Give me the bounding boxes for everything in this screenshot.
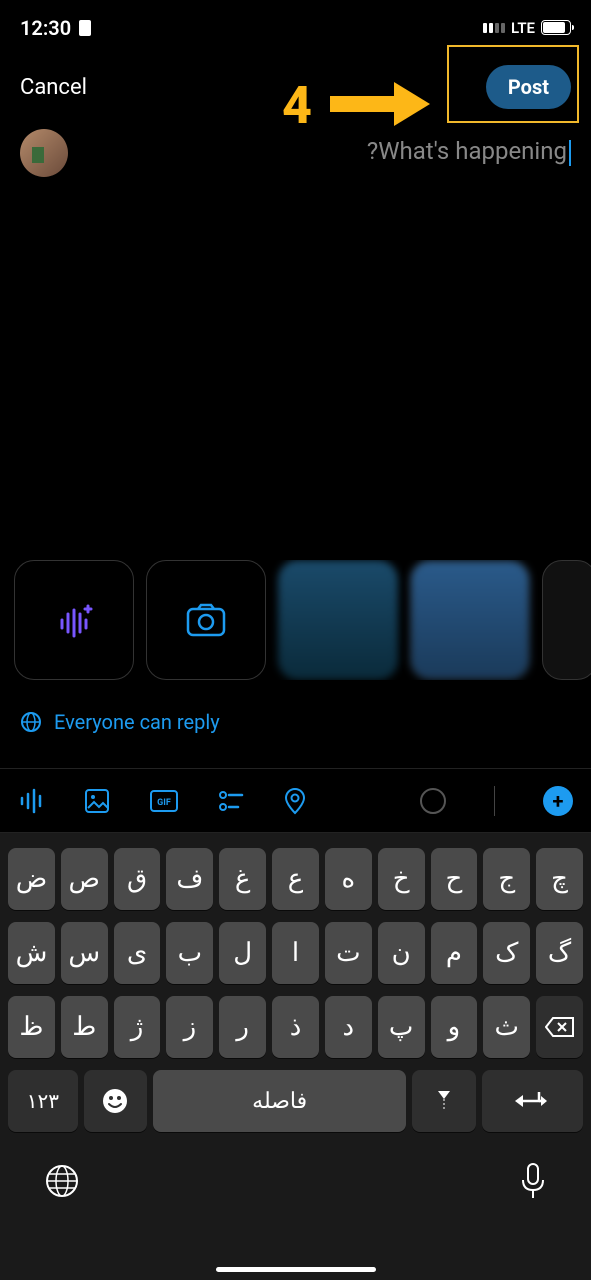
key[interactable]: ژ bbox=[114, 996, 161, 1058]
emoji-key[interactable] bbox=[84, 1070, 147, 1132]
key[interactable]: ی bbox=[114, 922, 161, 984]
backspace-icon bbox=[545, 1016, 575, 1038]
key[interactable]: و bbox=[431, 996, 478, 1058]
spaces-icon bbox=[52, 598, 96, 642]
character-count-icon bbox=[420, 788, 446, 814]
key[interactable]: چ bbox=[536, 848, 583, 910]
annotation-highlight bbox=[447, 45, 579, 123]
cancel-button[interactable]: Cancel bbox=[20, 75, 87, 100]
space-key[interactable]: فاصله bbox=[153, 1070, 406, 1132]
key[interactable]: غ bbox=[219, 848, 266, 910]
key[interactable]: ا bbox=[272, 922, 319, 984]
media-row bbox=[0, 560, 591, 680]
gallery-thumbnail-3[interactable] bbox=[542, 560, 591, 680]
key[interactable]: ج bbox=[483, 848, 530, 910]
avatar[interactable] bbox=[20, 129, 68, 177]
key[interactable]: ض bbox=[8, 848, 55, 910]
key[interactable]: ث bbox=[483, 996, 530, 1058]
status-bar: 12:30 LTE bbox=[0, 0, 591, 50]
key[interactable]: ذ bbox=[272, 996, 319, 1058]
key[interactable]: ت bbox=[325, 922, 372, 984]
add-thread-button[interactable]: + bbox=[543, 786, 573, 816]
key[interactable]: پ bbox=[378, 996, 425, 1058]
sim-icon bbox=[79, 20, 91, 36]
key[interactable]: ه bbox=[325, 848, 372, 910]
globe-icon bbox=[20, 711, 42, 733]
compose-placeholder: ?What's happening bbox=[367, 137, 567, 165]
home-indicator[interactable] bbox=[216, 1267, 376, 1272]
globe-keyboard-icon[interactable] bbox=[44, 1163, 80, 1199]
key[interactable]: ل bbox=[219, 922, 266, 984]
key[interactable]: ظ bbox=[8, 996, 55, 1058]
key[interactable]: ش bbox=[8, 922, 55, 984]
keyboard-bottom-row bbox=[4, 1144, 587, 1210]
cursor-down-icon bbox=[434, 1087, 454, 1115]
poll-icon[interactable] bbox=[218, 788, 244, 814]
location-icon[interactable] bbox=[284, 787, 306, 815]
key[interactable]: گ bbox=[536, 922, 583, 984]
battery-icon bbox=[541, 20, 571, 35]
spaces-button[interactable] bbox=[14, 560, 134, 680]
keyboard-row-2: ش س ی ب ل ا ت ن م ک گ bbox=[4, 922, 587, 996]
compose-toolbar: GIF + bbox=[0, 768, 591, 833]
key[interactable]: ع bbox=[272, 848, 319, 910]
key[interactable]: ط bbox=[61, 996, 108, 1058]
key[interactable]: ص bbox=[61, 848, 108, 910]
return-key[interactable] bbox=[482, 1070, 583, 1132]
status-left: 12:30 bbox=[20, 16, 91, 40]
reply-settings-button[interactable]: Everyone can reply bbox=[20, 710, 220, 734]
gallery-thumbnail-1[interactable] bbox=[278, 560, 398, 680]
mic-icon[interactable] bbox=[519, 1162, 547, 1200]
backspace-key[interactable] bbox=[536, 996, 583, 1058]
key[interactable]: ر bbox=[219, 996, 266, 1058]
key[interactable]: خ bbox=[378, 848, 425, 910]
camera-icon bbox=[186, 603, 226, 637]
toolbar-divider bbox=[494, 786, 495, 816]
compose-area: ?What's happening bbox=[0, 129, 591, 177]
key[interactable]: ح bbox=[431, 848, 478, 910]
gif-icon[interactable]: GIF bbox=[150, 790, 178, 812]
voice-icon[interactable] bbox=[18, 788, 44, 814]
key[interactable]: ف bbox=[166, 848, 213, 910]
gallery-thumbnail-2[interactable] bbox=[410, 560, 530, 680]
keyboard-row-4: ۱۲۳ فاصله bbox=[4, 1070, 587, 1144]
numbers-key[interactable]: ۱۲۳ bbox=[8, 1070, 78, 1132]
return-icon bbox=[515, 1088, 549, 1114]
keyboard: ض ص ق ف غ ع ه خ ح ج چ ش س ی ب ل ا ت ن م … bbox=[0, 833, 591, 1280]
compose-input[interactable]: ?What's happening bbox=[82, 129, 571, 166]
status-right: LTE bbox=[483, 19, 571, 37]
signal-icon bbox=[483, 23, 505, 33]
key[interactable]: ق bbox=[114, 848, 161, 910]
svg-text:GIF: GIF bbox=[157, 798, 171, 808]
cursor-key[interactable] bbox=[412, 1070, 475, 1132]
annotation-step-number: 4 bbox=[282, 75, 312, 136]
text-cursor bbox=[569, 140, 571, 166]
key[interactable]: س bbox=[61, 922, 108, 984]
keyboard-row-3: ظ ط ژ ز ر ذ د پ و ث bbox=[4, 996, 587, 1070]
camera-button[interactable] bbox=[146, 560, 266, 680]
emoji-icon bbox=[101, 1087, 129, 1115]
status-time: 12:30 bbox=[20, 16, 71, 40]
image-icon[interactable] bbox=[84, 788, 110, 814]
annotation-arrow-icon bbox=[330, 82, 430, 126]
key[interactable]: ب bbox=[166, 922, 213, 984]
key[interactable]: د bbox=[325, 996, 372, 1058]
network-label: LTE bbox=[511, 19, 535, 37]
keyboard-row-1: ض ص ق ف غ ع ه خ ح ج چ bbox=[4, 848, 587, 922]
key[interactable]: ز bbox=[166, 996, 213, 1058]
key[interactable]: ک bbox=[483, 922, 530, 984]
reply-settings-label: Everyone can reply bbox=[54, 710, 220, 734]
key[interactable]: م bbox=[431, 922, 478, 984]
key[interactable]: ن bbox=[378, 922, 425, 984]
